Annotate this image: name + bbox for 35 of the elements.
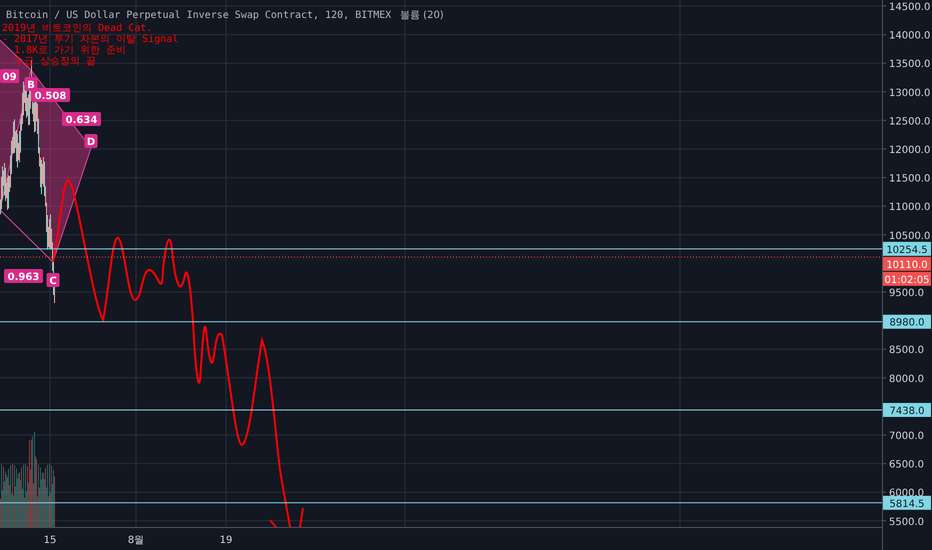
price-badge: 10254.5 <box>883 242 931 256</box>
time-axis-label: 8월 <box>128 535 144 546</box>
price-axis-label: 8500.0 <box>889 345 924 356</box>
pattern-ratio-label: 09 <box>0 69 20 83</box>
price-axis-label: 12000.0 <box>889 145 930 156</box>
volume-legend: 볼륨 (20) <box>400 10 444 21</box>
price-axis-label: 14000.0 <box>889 30 930 42</box>
time-axis-label: 15 <box>44 535 56 546</box>
price-axis-label: 11500.0 <box>889 174 930 185</box>
pattern-point-label: C <box>46 273 60 287</box>
price-axis-label: 9500.0 <box>889 288 924 299</box>
price-axis-label: 10500.0 <box>889 230 930 242</box>
pattern-ratio-label: 0.963 <box>4 269 43 283</box>
price-badge: 5814.5 <box>883 496 931 510</box>
price-axis-label: 11000.0 <box>889 202 930 214</box>
annotation-text: 2019년 비트코인의 Dead Cat. <box>2 23 152 34</box>
price-axis-label: 13500.0 <box>889 59 930 70</box>
annotation-text: - 1.8K로 가기 위한 준비 <box>2 45 126 56</box>
pattern-ratio-label: 0.508 <box>31 88 70 102</box>
price-axis-label: 6500.0 <box>889 460 924 471</box>
price-axis-label: 14500.0 <box>889 2 930 13</box>
price-axis-label: 8000.0 <box>889 374 924 385</box>
price-axis-label: 5500.0 <box>889 516 924 528</box>
chart-title: Bitcoin / US Dollar Perpetual Inverse Swap Contract, 120, BITMEX <box>6 10 392 21</box>
annotation-text: - 2017년 투기 자본의 이탈 Signal <box>2 34 178 45</box>
price-axis-label: 7000.0 <box>889 431 924 442</box>
price-badge: 7438.0 <box>883 402 931 417</box>
price-badge: 10110.0 <box>883 256 931 271</box>
price-axis-label: 12500.0 <box>889 116 930 128</box>
pattern-point-label: D <box>84 134 98 148</box>
price-axis-label: 13000.0 <box>889 88 930 99</box>
price-badge: 8980.0 <box>883 314 931 329</box>
time-axis-label: 19 <box>220 535 232 546</box>
price-badge: 01:02:05 <box>883 272 931 286</box>
pattern-ratio-label: 0.634 <box>62 112 101 126</box>
